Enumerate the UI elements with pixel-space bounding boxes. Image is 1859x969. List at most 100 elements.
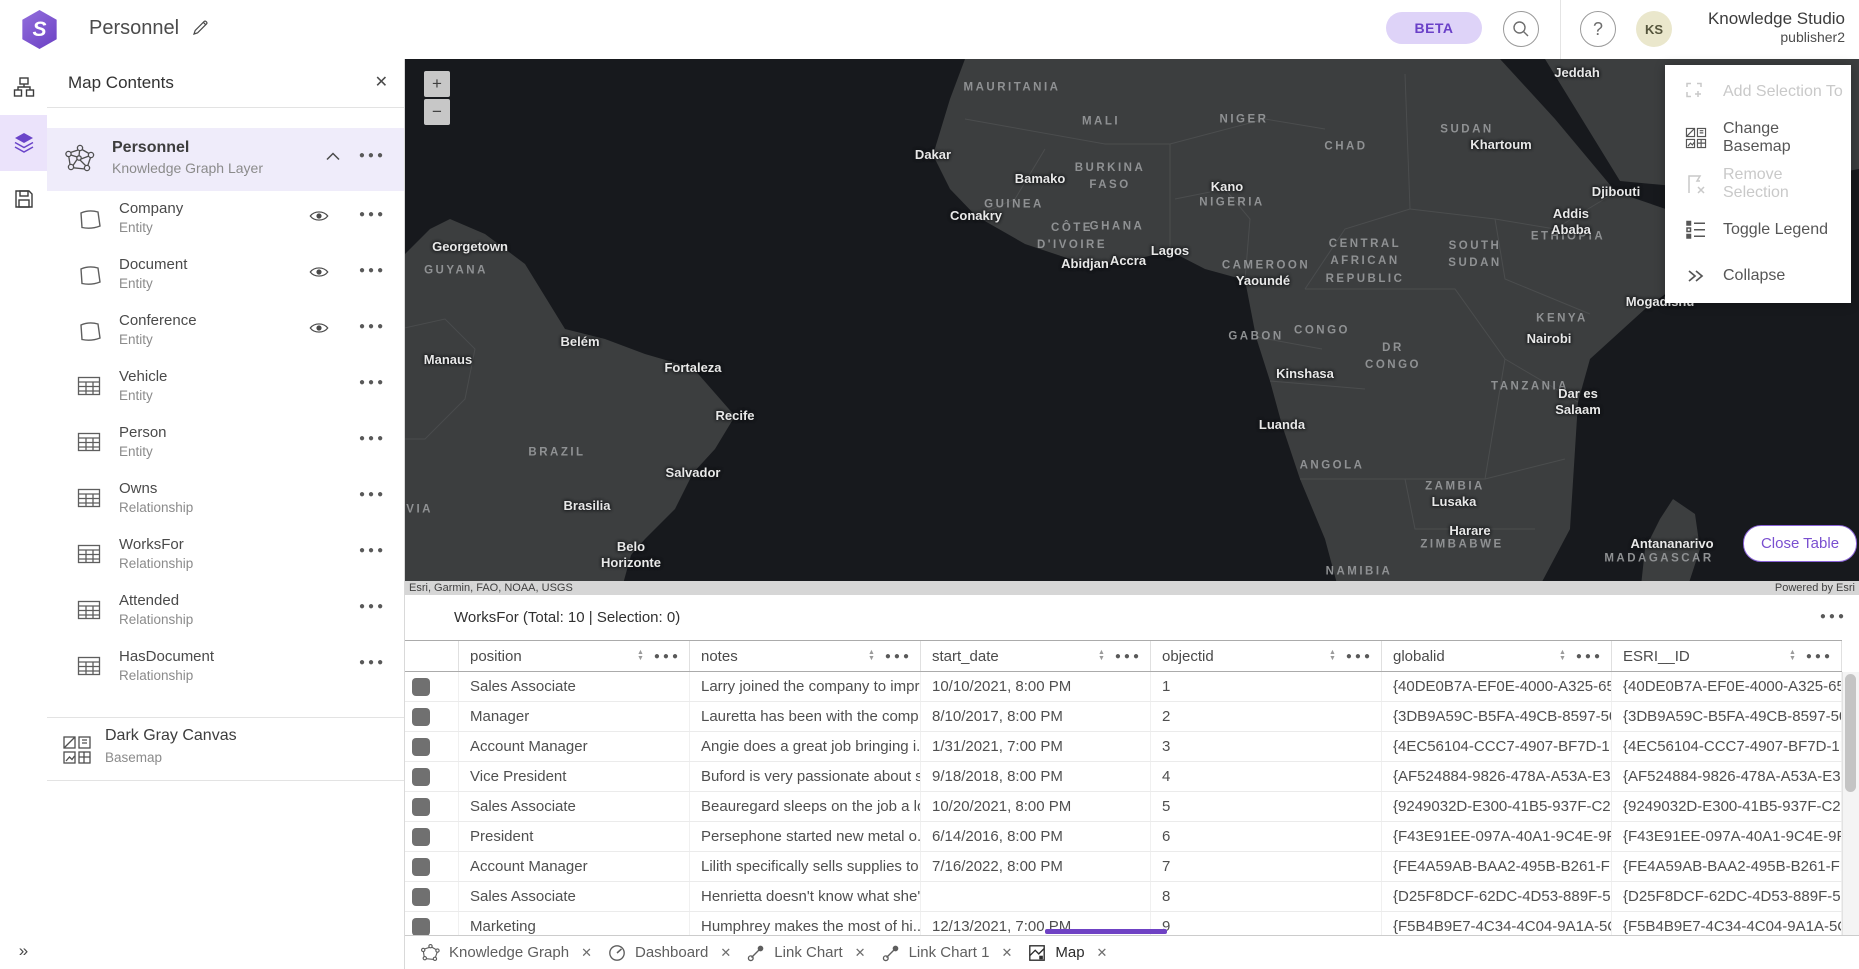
sort-icon[interactable]: ▲▼ xyxy=(1098,650,1105,662)
left-rail: » xyxy=(0,59,47,969)
table-row[interactable]: ManagerLauretta has been with the comp..… xyxy=(405,702,1842,732)
table-horizontal-scrollbar[interactable] xyxy=(1045,929,1167,934)
column-options-icon[interactable]: ●●● xyxy=(885,651,912,662)
row-checkbox[interactable] xyxy=(412,918,430,935)
sort-icon[interactable]: ▲▼ xyxy=(1789,650,1796,662)
row-checkbox[interactable] xyxy=(412,738,430,756)
tab-knowledge-graph[interactable]: Knowledge Graph✕ xyxy=(421,943,592,962)
column-header-globalid[interactable]: globalid▲▼●●● xyxy=(1382,641,1612,671)
layer-options-icon[interactable]: ●●● xyxy=(359,433,386,444)
menu-item-change-basemap[interactable]: Change Basemap xyxy=(1665,115,1851,161)
cell-objectid: 1 xyxy=(1151,672,1382,701)
sort-icon[interactable]: ▲▼ xyxy=(868,650,875,662)
visibility-eye-icon[interactable] xyxy=(309,265,329,279)
edit-title-icon[interactable] xyxy=(190,18,210,38)
column-options-icon[interactable]: ●●● xyxy=(1806,651,1833,662)
layer-row-document[interactable]: DocumentEntity●●● xyxy=(47,247,404,303)
table-vertical-scrollbar[interactable] xyxy=(1842,672,1859,935)
close-panel-icon[interactable]: ✕ xyxy=(375,72,388,92)
tab-map[interactable]: Map✕ xyxy=(1028,944,1107,962)
user-avatar[interactable]: KS xyxy=(1636,11,1672,47)
layer-options-icon[interactable]: ●●● xyxy=(359,601,386,612)
column-header-notes[interactable]: notes▲▼●●● xyxy=(690,641,921,671)
expand-rail-button[interactable]: » xyxy=(0,941,47,961)
column-header-start_date[interactable]: start_date▲▼●●● xyxy=(921,641,1151,671)
layer-row-owns[interactable]: OwnsRelationship●●● xyxy=(47,471,404,527)
layer-row-worksfor[interactable]: WorksForRelationship●●● xyxy=(47,527,404,583)
table-row[interactable]: PresidentPersephone started new metal o.… xyxy=(405,822,1842,852)
cell-objectid: 3 xyxy=(1151,732,1382,761)
menu-item-toggle-legend[interactable]: Toggle Legend xyxy=(1665,207,1851,253)
knowledge-graph-layer-header[interactable]: Personnel Knowledge Graph Layer ●●● xyxy=(47,128,404,191)
layer-row-vehicle[interactable]: VehicleEntity●●● xyxy=(47,359,404,415)
layer-group-options-icon[interactable]: ●●● xyxy=(359,150,386,161)
visibility-eye-icon[interactable] xyxy=(309,209,329,223)
tab-dashboard[interactable]: Dashboard✕ xyxy=(608,944,731,962)
layer-options-icon[interactable]: ●●● xyxy=(359,321,386,332)
layer-options-icon[interactable]: ●●● xyxy=(359,489,386,500)
close-tab-icon[interactable]: ✕ xyxy=(1001,945,1012,961)
layer-options-icon[interactable]: ●●● xyxy=(359,545,386,556)
visibility-eye-icon[interactable] xyxy=(309,321,329,335)
row-checkbox[interactable] xyxy=(412,858,430,876)
layer-row-conference[interactable]: ConferenceEntity●●● xyxy=(47,303,404,359)
column-header-position[interactable]: position▲▼●●● xyxy=(459,641,690,671)
row-checkbox[interactable] xyxy=(412,678,430,696)
city-label: Nairobi xyxy=(1527,331,1572,347)
menu-item-label: Add Selection To xyxy=(1723,83,1843,101)
layer-options-icon[interactable]: ●●● xyxy=(359,377,386,388)
column-options-icon[interactable]: ●●● xyxy=(1115,651,1142,662)
layer-row-person[interactable]: PersonEntity●●● xyxy=(47,415,404,471)
column-header-ESRI__ID[interactable]: ESRI__ID▲▼●●● xyxy=(1612,641,1842,671)
close-tab-icon[interactable]: ✕ xyxy=(720,945,731,961)
search-button[interactable] xyxy=(1503,11,1539,47)
zoom-out-button[interactable]: − xyxy=(424,99,450,125)
help-button[interactable]: ? xyxy=(1580,11,1616,47)
menu-item-collapse[interactable]: Collapse xyxy=(1665,253,1851,299)
table-row[interactable]: Vice PresidentBuford is very passionate … xyxy=(405,762,1842,792)
close-tab-icon[interactable]: ✕ xyxy=(581,945,592,961)
table-row[interactable]: Sales AssociateLarry joined the company … xyxy=(405,672,1842,702)
zoom-in-button[interactable]: + xyxy=(424,71,450,97)
basemap-row[interactable]: Dark Gray Canvas Basemap xyxy=(47,718,404,781)
row-checkbox[interactable] xyxy=(412,708,430,726)
layer-options-icon[interactable]: ●●● xyxy=(359,265,386,276)
chevron-up-icon[interactable] xyxy=(326,152,340,161)
layer-options-icon[interactable]: ●●● xyxy=(359,209,386,220)
close-tab-icon[interactable]: ✕ xyxy=(855,945,866,961)
column-header-objectid[interactable]: objectid▲▼●●● xyxy=(1151,641,1382,671)
sort-icon[interactable]: ▲▼ xyxy=(1329,650,1336,662)
sort-icon[interactable]: ▲▼ xyxy=(637,650,644,662)
save-icon xyxy=(13,188,35,210)
table-row[interactable]: Account ManagerAngie does a great job br… xyxy=(405,732,1842,762)
layer-row-company[interactable]: CompanyEntity●●● xyxy=(47,191,404,247)
row-checkbox[interactable] xyxy=(412,828,430,846)
rail-item-save[interactable] xyxy=(0,171,47,227)
table-body: Sales AssociateLarry joined the company … xyxy=(405,672,1842,935)
user-block[interactable]: Knowledge Studio publisher2 xyxy=(1708,8,1845,47)
map-view[interactable]: MAURITANIAMALINIGERSUDANCHADBURKINA FASO… xyxy=(405,59,1859,595)
layer-type: Entity xyxy=(119,388,153,403)
column-options-icon[interactable]: ●●● xyxy=(1346,651,1373,662)
row-checkbox[interactable] xyxy=(412,798,430,816)
table-row[interactable]: Account ManagerLilith specifically sells… xyxy=(405,852,1842,882)
row-checkbox[interactable] xyxy=(412,768,430,786)
table-options-icon[interactable]: ●●● xyxy=(1820,611,1847,622)
app-logo-icon[interactable]: S xyxy=(20,10,59,49)
country-label: KENYA xyxy=(1536,310,1588,327)
close-tab-icon[interactable]: ✕ xyxy=(1097,945,1108,961)
layer-row-hasdocument[interactable]: HasDocumentRelationship●●● xyxy=(47,639,404,695)
close-table-button[interactable]: Close Table xyxy=(1743,525,1857,562)
tab-link-chart[interactable]: Link Chart✕ xyxy=(747,944,865,962)
rail-item-layers[interactable] xyxy=(0,115,47,171)
tab-link-chart-1[interactable]: Link Chart 1✕ xyxy=(882,944,1013,962)
sort-icon[interactable]: ▲▼ xyxy=(1559,650,1566,662)
layer-row-attended[interactable]: AttendedRelationship●●● xyxy=(47,583,404,639)
row-checkbox[interactable] xyxy=(412,888,430,906)
rail-item-hierarchy[interactable] xyxy=(0,59,47,115)
table-row[interactable]: Sales AssociateBeauregard sleeps on the … xyxy=(405,792,1842,822)
table-row[interactable]: Sales AssociateHenrietta doesn't know wh… xyxy=(405,882,1842,912)
layer-options-icon[interactable]: ●●● xyxy=(359,657,386,668)
column-options-icon[interactable]: ●●● xyxy=(654,651,681,662)
column-options-icon[interactable]: ●●● xyxy=(1576,651,1603,662)
